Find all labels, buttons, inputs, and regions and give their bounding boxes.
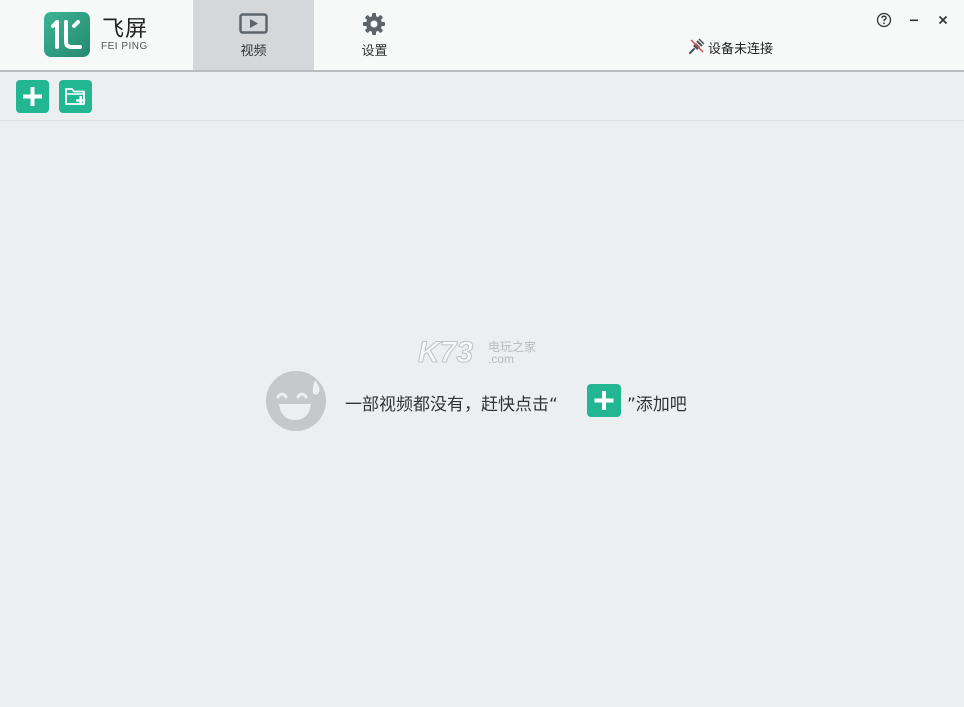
watermark-main: K73 (417, 336, 474, 370)
device-status-label: 设备未连接 (708, 42, 774, 57)
add-folder-button[interactable] (59, 80, 92, 113)
help-icon[interactable] (875, 11, 893, 29)
tab-settings-label: 设置 (361, 44, 388, 59)
app-title: 飞屏 (102, 17, 149, 42)
tab-settings[interactable]: 设置 (314, 0, 435, 70)
gear-icon (362, 12, 386, 40)
watermark-domain: .com (488, 352, 515, 366)
empty-message: 一部视频都没有，赶快点击“ (345, 395, 558, 415)
watermark: K73 电玩之家 .com (417, 336, 548, 370)
add-icon (594, 391, 614, 410)
close-icon[interactable] (934, 11, 952, 29)
empty-state: 一部视频都没有，赶快点击“ ”添加吧 (265, 368, 725, 432)
app-subtitle: FEI PING (101, 41, 148, 52)
play-icon (239, 13, 268, 39)
inline-add-button[interactable] (587, 384, 621, 417)
add-video-button[interactable] (16, 80, 49, 113)
tab-video-label: 视频 (240, 44, 267, 59)
toolbar (0, 72, 964, 121)
minimize-icon[interactable] (905, 11, 923, 29)
add-folder-icon (65, 88, 86, 105)
tab-video[interactable]: 视频 (193, 0, 314, 70)
empty-message-end: ”添加吧 (627, 395, 687, 415)
plug-disconnected-icon (688, 37, 706, 59)
sweat-smile-face-icon (265, 370, 327, 436)
add-icon (23, 87, 42, 106)
app-logo (44, 12, 90, 57)
title-bar: 飞屏 FEI PING 视频 设置 设备未连接 (0, 0, 964, 72)
